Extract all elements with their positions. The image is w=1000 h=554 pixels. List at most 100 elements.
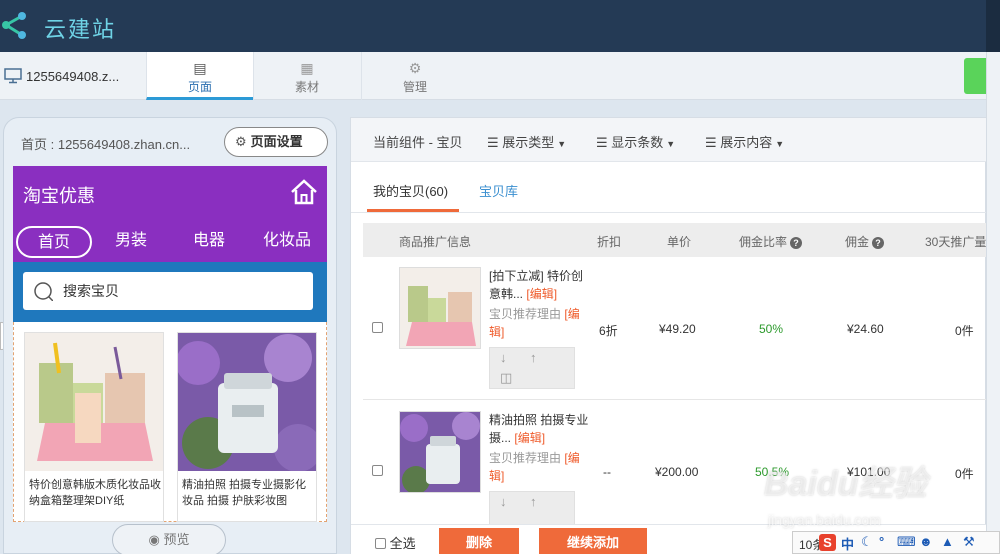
tab-manage[interactable]: ⚙ 管理	[361, 52, 468, 100]
row-rate: 50%	[759, 322, 784, 336]
app-title: 云建站	[44, 17, 117, 42]
top-right-edge	[986, 0, 1000, 52]
tab-materials[interactable]: ▦ 素材	[253, 52, 360, 100]
edit-link[interactable]: [编辑]	[526, 287, 557, 301]
continue-add-button[interactable]: 继续添加	[539, 528, 647, 554]
page-icon: ▤	[193, 60, 207, 76]
help-icon[interactable]: ?	[872, 237, 885, 249]
tool-icon[interactable]: ⚒	[963, 534, 975, 550]
col-product-info: 商品推广信息	[399, 235, 472, 249]
row-product-image[interactable]	[399, 267, 481, 349]
help-icon[interactable]: ?	[790, 237, 803, 249]
preview-button[interactable]: ◉ 预览	[112, 524, 226, 554]
product-name: 精油拍照 拍摄专业摄影化妆品 拍摄 护肤彩妆图	[182, 479, 307, 507]
display-count-label: 显示条数	[611, 135, 664, 150]
display-content-label: 展示内容	[720, 135, 773, 150]
shop-header: 淘宝优惠	[13, 166, 327, 222]
main-tab-row: 1255649408.z... ▤ 页面 ▦ 素材 ⚙ 管理	[0, 52, 1000, 100]
site-id[interactable]: 1255649408.z...	[4, 68, 119, 84]
row-commission: ¥24.60	[847, 322, 884, 336]
move-up-icon[interactable]: ↑	[530, 494, 537, 509]
col-discount: 折扣	[597, 235, 622, 249]
nav-home[interactable]: 首页	[16, 226, 92, 258]
nav-cosmetics[interactable]: 化妆品	[255, 226, 319, 258]
row-recommend: 宝贝推荐理由 [编辑]	[489, 307, 580, 339]
trash-icon[interactable]: ◫	[500, 370, 512, 386]
display-content-dropdown[interactable]: ☰ 展示内容 ▼	[705, 132, 784, 151]
row-discount: 6折	[599, 324, 618, 338]
tab-page[interactable]: ▤ 页面	[146, 52, 253, 100]
user-icon[interactable]: ☻	[919, 534, 933, 549]
preview-label: 预览	[163, 532, 190, 547]
select-all-checkbox[interactable]	[375, 538, 386, 549]
move-down-icon[interactable]: ↓	[500, 350, 507, 365]
shirt-icon[interactable]: ▲	[941, 534, 954, 549]
moon-icon[interactable]: ☾	[861, 534, 873, 550]
col-commission-rate: 佣金比率?	[739, 233, 803, 250]
home-icon[interactable]	[289, 177, 319, 207]
search-placeholder: 搜索宝贝	[63, 283, 119, 299]
row-ops: ↓ ↑ ◫	[489, 347, 575, 389]
list-icon: ☰	[705, 135, 717, 150]
select-all[interactable]: 全选	[375, 533, 416, 552]
row-discount: --	[603, 465, 611, 479]
ime-toolbar: 10条 S 中 ☾ ° ⌨ ☻ ▲ ⚒	[792, 531, 1000, 554]
gear-icon: ⚙	[408, 60, 422, 76]
product-image	[25, 333, 163, 471]
nav-electronics[interactable]: 电器	[177, 226, 241, 258]
page-settings-button[interactable]: ⚙ 页面设置	[224, 127, 328, 157]
row-checkbox[interactable]	[372, 465, 383, 476]
caret-down-icon: ▼	[775, 139, 785, 149]
sogou-icon[interactable]: S	[819, 534, 836, 551]
site-id-label: 1255649408.z...	[26, 68, 120, 84]
search-bar: 搜索宝贝	[13, 262, 327, 322]
col-price: 单价	[667, 235, 692, 249]
col-commission: 佣金?	[845, 233, 885, 250]
row-price: ¥200.00	[655, 465, 699, 479]
page-label: 首页 : 1255649408.zhan.cn...	[21, 137, 191, 152]
row-sales: 0件	[955, 467, 974, 481]
product-card[interactable]: 特价创意韩版木质化妆品收纳盒箱整理架DIY纸	[24, 332, 164, 522]
row-title: [拍下立减] 特价创意韩... [编辑]	[489, 269, 584, 301]
watermark-logo: Baidu经验	[764, 465, 927, 503]
col-30day-promo: 30天推广量	[925, 235, 987, 249]
product-card[interactable]: 精油拍照 拍摄专业摄影化妆品 拍摄 护肤彩妆图	[177, 332, 317, 522]
monitor-icon	[4, 68, 22, 84]
search-input[interactable]: 搜索宝贝	[23, 272, 313, 310]
keyboard-icon[interactable]: ⌨	[897, 534, 916, 550]
right-scrollbar[interactable]	[986, 52, 1000, 554]
move-down-icon[interactable]: ↓	[500, 494, 507, 509]
tab-my-items[interactable]: 我的宝贝(60)	[373, 181, 448, 200]
nav-menswear[interactable]: 男装	[99, 226, 163, 258]
punctuation-icon[interactable]: °	[879, 534, 884, 549]
product-image	[178, 333, 316, 471]
ime-chinese[interactable]: 中	[841, 534, 854, 553]
row-checkbox[interactable]	[372, 322, 383, 333]
select-all-label: 全选	[389, 536, 416, 551]
tab-page-label: 页面	[187, 80, 212, 94]
product-grid: 特价创意韩版木质化妆品收纳盒箱整理架DIY纸 精油拍照 拍摄专业摄影化妆品 拍摄…	[13, 322, 327, 522]
table-row: [拍下立减] 特价创意韩... [编辑] 宝贝推荐理由 [编辑] ↓ ↑ ◫ 6…	[363, 257, 987, 400]
tab-item-library[interactable]: 宝贝库	[479, 181, 518, 200]
publish-button[interactable]	[964, 58, 986, 94]
phone-preview: 首页 : 1255649408.zhan.cn... ⚙ 页面设置 淘宝优惠 首页…	[3, 117, 337, 554]
row-recommend: 宝贝推荐理由 [编辑]	[489, 451, 580, 483]
shop-title: 淘宝优惠	[23, 186, 95, 206]
caret-down-icon: ▼	[557, 139, 567, 149]
top-bar: 云建站	[0, 0, 1000, 52]
tab-materials-label: 素材	[294, 80, 319, 94]
image-icon: ▦	[300, 60, 314, 76]
row-product-image[interactable]	[399, 411, 481, 493]
component-toolbar: 当前组件 - 宝贝 ☰ 展示类型 ▼ ☰ 显示条数 ▼ ☰ 展示内容 ▼	[351, 118, 987, 162]
watermark-url: jingyan.baidu.com	[768, 512, 881, 528]
list-icon: ☰	[596, 135, 608, 150]
display-count-dropdown[interactable]: ☰ 显示条数 ▼	[596, 132, 675, 151]
edit-link[interactable]: [编辑]	[514, 431, 545, 445]
display-type-label: 展示类型	[502, 135, 555, 150]
display-type-dropdown[interactable]: ☰ 展示类型 ▼	[487, 132, 566, 151]
row-price: ¥49.20	[659, 322, 696, 336]
move-up-icon[interactable]: ↑	[530, 350, 537, 365]
row-sales: 0件	[955, 324, 974, 338]
delete-button[interactable]: 删除	[439, 528, 519, 554]
logo-icon	[2, 12, 26, 39]
